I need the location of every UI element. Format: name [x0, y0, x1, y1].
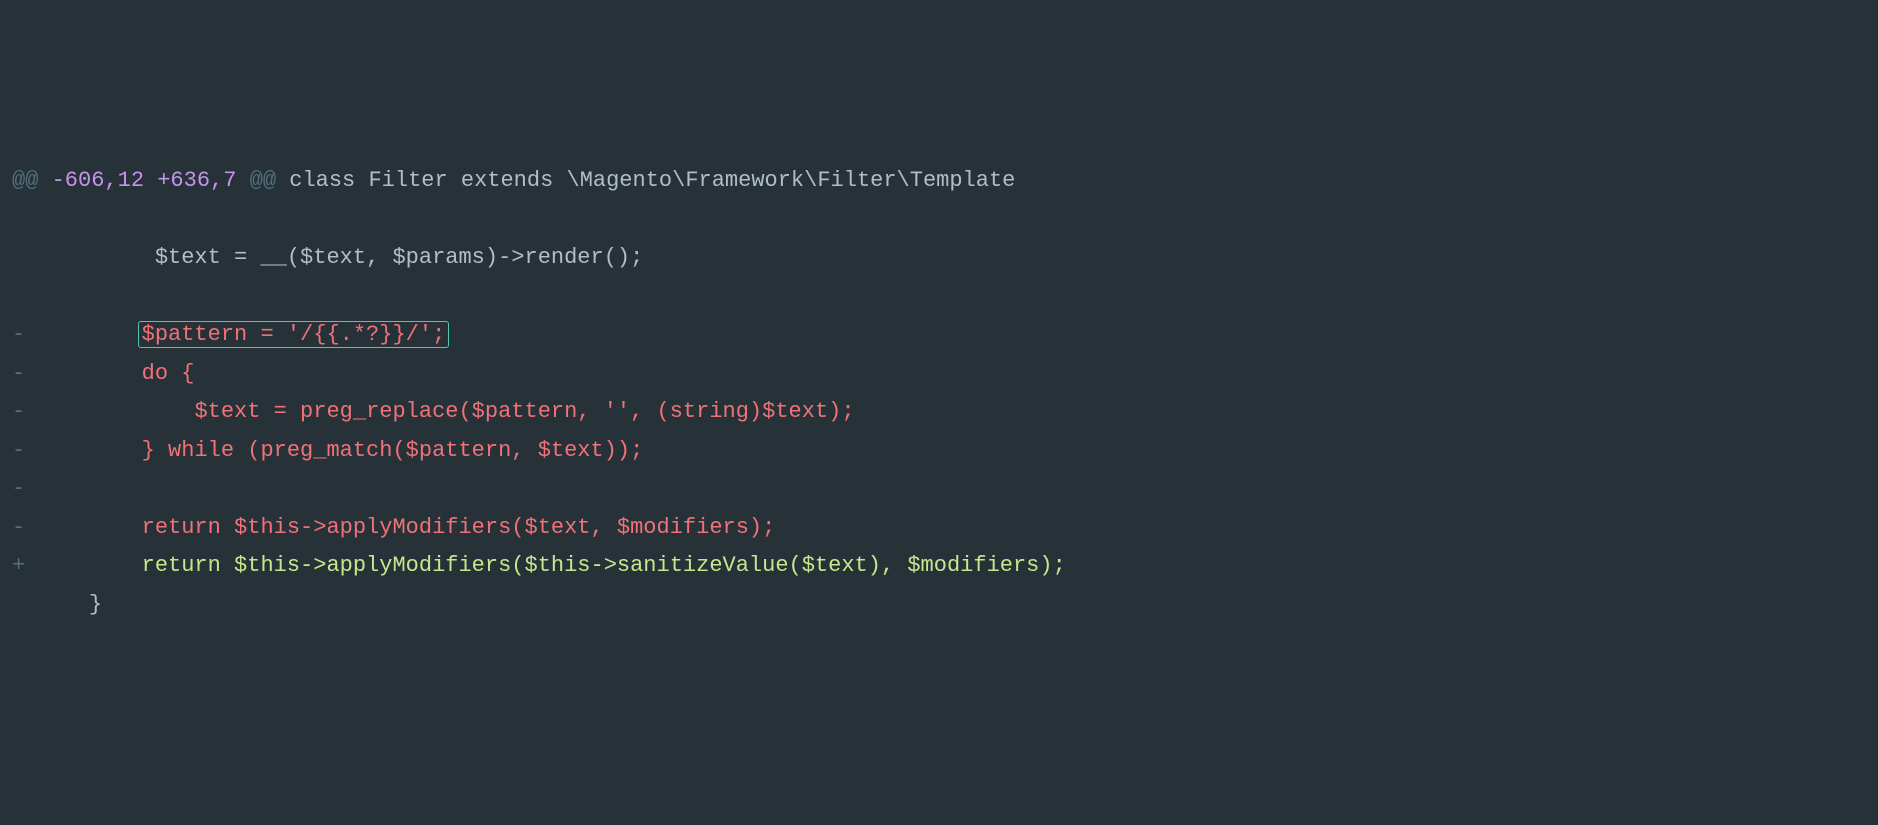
- hunk-marker-open: @@: [12, 168, 38, 193]
- diff-line-code: return $this->applyModifiers($this->sani…: [142, 553, 1066, 578]
- diff-line-marker: -: [12, 432, 36, 471]
- diff-line-indent: [36, 399, 194, 424]
- diff-line: - $pattern = '/{{.*?}}/';: [0, 316, 1878, 355]
- diff-line-marker: -: [12, 316, 36, 355]
- hunk-range: -606,12 +636,7: [38, 168, 249, 193]
- diff-body: $text = __($text, $params)->render(); - …: [0, 239, 1878, 624]
- diff-hunk-header: @@ -606,12 +636,7 @@ class Filter extend…: [0, 162, 1878, 201]
- diff-line-code: $text = preg_replace($pattern, '', (stri…: [194, 399, 854, 424]
- diff-line-code: $pattern = '/{{.*?}}/';: [138, 321, 450, 348]
- diff-line-marker: [12, 278, 36, 317]
- diff-line-indent: [36, 438, 142, 463]
- diff-line-marker: +: [12, 547, 36, 586]
- diff-line-marker: -: [12, 355, 36, 394]
- diff-line: [0, 278, 1878, 317]
- diff-line: - $text = preg_replace($pattern, '', (st…: [0, 393, 1878, 432]
- diff-line: - do {: [0, 355, 1878, 394]
- diff-line: -: [0, 470, 1878, 509]
- diff-line-marker: -: [12, 393, 36, 432]
- diff-line-code: } while (preg_match($pattern, $text));: [142, 438, 644, 463]
- diff-line-code: $text = __($text, $params)->render();: [155, 245, 643, 270]
- diff-line-indent: [36, 515, 142, 540]
- diff-line-marker: -: [12, 509, 36, 548]
- diff-line-indent: [36, 322, 142, 347]
- diff-line-marker: -: [12, 470, 36, 509]
- diff-line-marker: [12, 586, 36, 625]
- diff-line: $text = __($text, $params)->render();: [0, 239, 1878, 278]
- diff-line-code: return $this->applyModifiers($text, $mod…: [142, 515, 776, 540]
- diff-line: - return $this->applyModifiers($text, $m…: [0, 509, 1878, 548]
- diff-line-code: do {: [142, 361, 195, 386]
- hunk-marker-close: @@: [250, 168, 276, 193]
- diff-line: + return $this->applyModifiers($this->sa…: [0, 547, 1878, 586]
- hunk-context: class Filter extends \Magento\Framework\…: [276, 168, 1015, 193]
- diff-line: - } while (preg_match($pattern, $text));: [0, 432, 1878, 471]
- diff-line-indent: [36, 553, 142, 578]
- diff-line-indent: [36, 245, 155, 270]
- diff-line: }: [0, 586, 1878, 625]
- diff-line-indent: [36, 592, 89, 617]
- diff-line-code: }: [89, 592, 102, 617]
- diff-line-marker: [12, 239, 36, 278]
- diff-line-indent: [36, 361, 142, 386]
